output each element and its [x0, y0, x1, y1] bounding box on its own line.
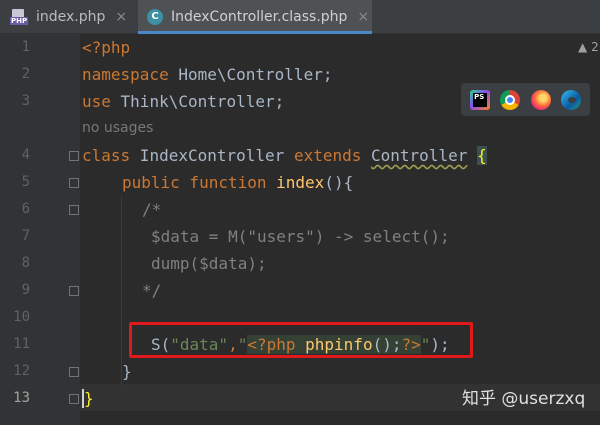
watermark: 知乎 @userzxq [462, 389, 586, 409]
code-line-3[interactable]: use Think\Controller; [82, 88, 284, 115]
fold-marker-icon[interactable] [69, 367, 79, 377]
line-number: 12 [13, 363, 30, 379]
fold-marker-icon[interactable] [69, 151, 79, 161]
line-number: 8 [21, 255, 30, 271]
warning-indicator[interactable]: ▲ 2 [578, 40, 599, 54]
code-line-5[interactable]: public function index(){ [122, 169, 353, 196]
line-number-current: 13 [13, 390, 30, 406]
code-line-12[interactable]: } [122, 358, 132, 385]
code-line-6[interactable]: /* [142, 196, 161, 223]
close-icon[interactable]: × [115, 9, 127, 25]
line-number: 9 [21, 282, 30, 298]
warning-icon: ▲ [578, 40, 588, 54]
chrome-icon[interactable] [500, 89, 521, 110]
fold-marker-icon[interactable] [69, 178, 79, 188]
editor-gutter: 1 2 3 4 5 6 7 8 9 10 11 12 13 [0, 34, 80, 425]
line-number: 11 [13, 336, 30, 352]
firefox-icon[interactable] [530, 89, 551, 110]
line-number: 1 [21, 39, 30, 55]
code-line-9[interactable]: */ [142, 277, 161, 304]
tab-label: IndexController.class.php [171, 8, 348, 25]
phpstorm-icon[interactable]: PS [470, 89, 491, 110]
highlight-annotation-box [129, 322, 473, 358]
fold-marker-icon[interactable] [69, 286, 79, 296]
code-line-4[interactable]: class IndexController extends Controller… [82, 142, 487, 169]
tab-indexcontroller[interactable]: C IndexController.class.php × [138, 0, 372, 34]
line-number: 5 [21, 174, 30, 190]
code-line-2[interactable]: namespace Home\Controller; [82, 61, 332, 88]
code-line-1[interactable]: <?php [82, 34, 130, 61]
line-number: 2 [21, 66, 30, 82]
line-number: 7 [21, 228, 30, 244]
tab-index-php[interactable]: PHP index.php × [0, 0, 137, 33]
browser-popup: PS [461, 83, 590, 116]
fold-marker-icon[interactable] [69, 394, 79, 404]
tab-label: index.php [36, 8, 106, 25]
code-line-13[interactable]: } [82, 385, 94, 412]
code-line-7[interactable]: $data = M("users") -> select(); [151, 223, 450, 250]
line-number: 3 [21, 93, 30, 109]
code-line-8[interactable]: dump($data); [151, 250, 267, 277]
usage-hint[interactable]: no usages [82, 115, 153, 142]
line-number: 4 [21, 147, 30, 163]
fold-marker-icon[interactable] [69, 205, 79, 215]
edge-icon[interactable] [560, 89, 581, 110]
editor-tab-bar: PHP index.php × C IndexController.class.… [0, 0, 600, 34]
close-icon[interactable]: × [357, 9, 369, 25]
line-number: 10 [13, 309, 30, 325]
line-number: 6 [21, 201, 30, 217]
class-file-icon: C [147, 8, 163, 25]
php-file-icon: PHP [10, 8, 29, 25]
matched-brace: } [82, 389, 94, 408]
